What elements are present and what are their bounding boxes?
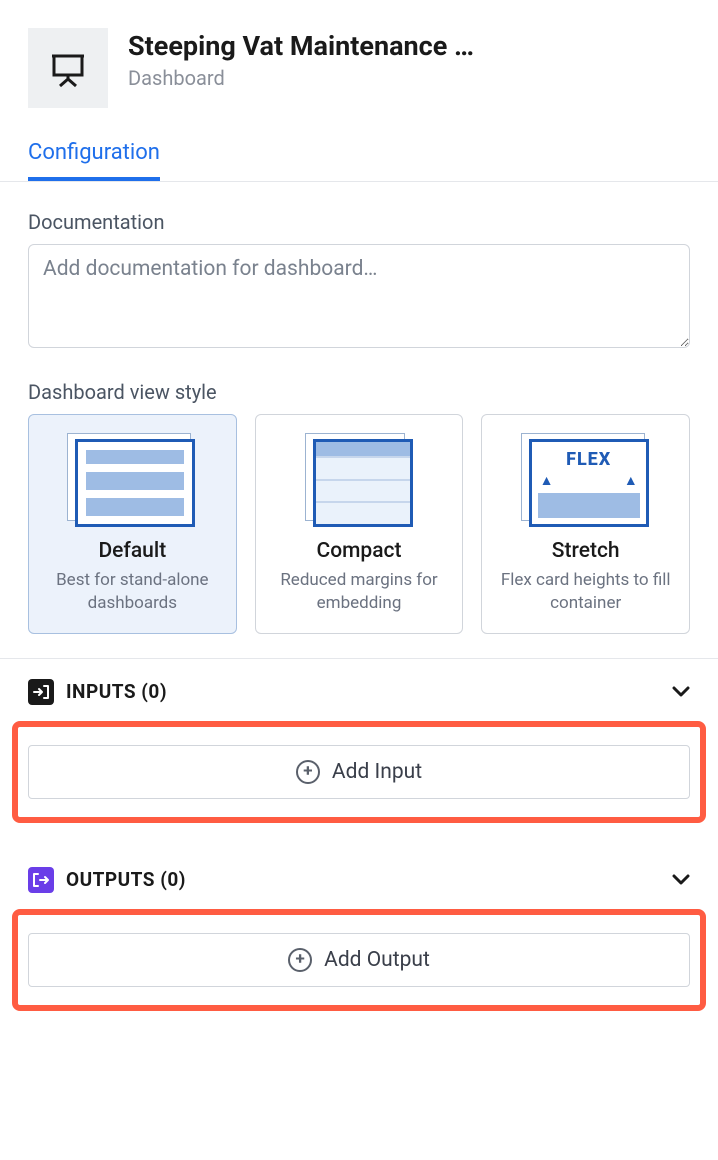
inputs-section: INPUTS (0) + Add Input	[0, 658, 718, 823]
plus-circle-icon: +	[288, 948, 312, 972]
dashboard-icon-box	[28, 28, 108, 108]
inputs-title: INPUTS (0)	[66, 680, 660, 703]
stretch-illustration: FLEX ▲▲	[494, 431, 677, 529]
outputs-section: OUTPUTS (0) + Add Output	[0, 847, 718, 1011]
documentation-input[interactable]	[28, 244, 690, 348]
view-card-desc: Reduced margins for embedding	[268, 569, 451, 615]
page-subtitle: Dashboard	[128, 66, 690, 90]
outputs-title: OUTPUTS (0)	[66, 868, 660, 891]
outputs-header[interactable]: OUTPUTS (0)	[0, 847, 718, 909]
tabs-bar: Configuration	[0, 132, 718, 182]
outputs-icon	[28, 867, 54, 893]
outputs-highlighted-region: + Add Output	[12, 909, 706, 1011]
inputs-header[interactable]: INPUTS (0)	[0, 659, 718, 721]
documentation-label: Documentation	[28, 210, 690, 234]
view-style-compact[interactable]: Compact Reduced margins for embedding	[255, 414, 464, 634]
add-input-label: Add Input	[332, 760, 422, 784]
view-style-default[interactable]: Default Best for stand-alone dashboards	[28, 414, 237, 634]
page-header: Steeping Vat Maintenance … Dashboard	[0, 0, 718, 118]
compact-illustration	[268, 431, 451, 529]
view-style-stretch[interactable]: FLEX ▲▲ Stretch Flex card heights to fil…	[481, 414, 690, 634]
presentation-icon	[48, 48, 88, 88]
view-style-label: Dashboard view style	[28, 380, 690, 404]
add-output-label: Add Output	[324, 948, 430, 972]
chevron-down-icon	[672, 874, 690, 886]
tab-configuration[interactable]: Configuration	[28, 132, 160, 181]
view-card-title: Default	[41, 539, 224, 563]
view-card-desc: Flex card heights to fill container	[494, 569, 677, 615]
plus-circle-icon: +	[296, 760, 320, 784]
view-card-desc: Best for stand-alone dashboards	[41, 569, 224, 615]
chevron-down-icon	[672, 686, 690, 698]
view-style-options: Default Best for stand-alone dashboards …	[28, 414, 690, 634]
add-input-button[interactable]: + Add Input	[28, 745, 690, 799]
inputs-highlighted-region: + Add Input	[12, 721, 706, 823]
default-illustration	[41, 431, 224, 529]
flex-label: FLEX	[566, 449, 611, 470]
inputs-icon	[28, 679, 54, 705]
view-card-title: Stretch	[494, 539, 677, 563]
view-card-title: Compact	[268, 539, 451, 563]
add-output-button[interactable]: + Add Output	[28, 933, 690, 987]
page-title: Steeping Vat Maintenance …	[128, 30, 690, 62]
